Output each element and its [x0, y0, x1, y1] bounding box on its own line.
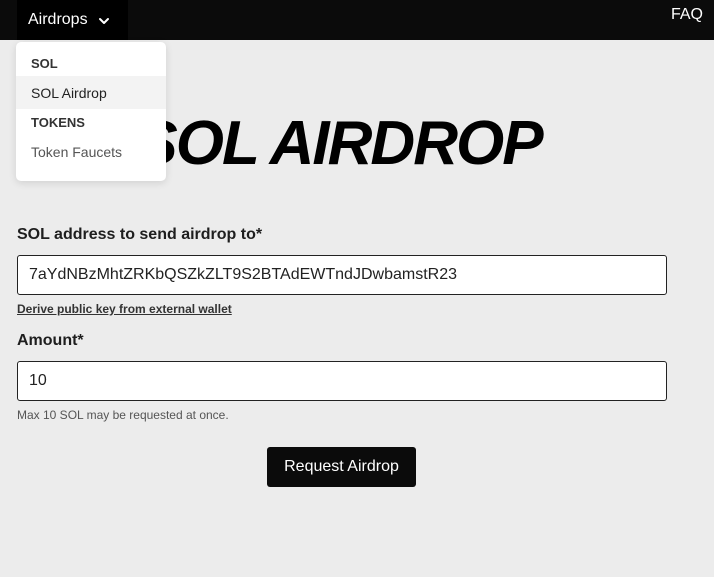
airdrops-dropdown-label: Airdrops	[28, 11, 88, 28]
chevron-down-icon	[98, 14, 110, 26]
top-navigation-bar: Airdrops FAQ	[0, 0, 714, 40]
airdrops-dropdown[interactable]: Airdrops	[17, 0, 128, 40]
amount-label: Amount*	[17, 332, 84, 349]
address-input[interactable]	[17, 255, 667, 295]
menu-item-token-faucets[interactable]: Token Faucets	[16, 135, 166, 168]
menu-item-sol-airdrop[interactable]: SOL Airdrop	[16, 76, 166, 109]
page-title: SOL AIRDROP	[136, 109, 543, 178]
menu-group-tokens: TOKENS	[31, 114, 85, 130]
amount-hint: Max 10 SOL may be requested at once.	[17, 408, 229, 422]
menu-group-sol: SOL	[31, 55, 58, 71]
derive-public-key-link[interactable]: Derive public key from external wallet	[17, 302, 232, 316]
faq-link[interactable]: FAQ	[671, 6, 703, 24]
airdrops-dropdown-menu: SOL SOL Airdrop TOKENS Token Faucets	[16, 42, 166, 181]
amount-input[interactable]	[17, 361, 667, 401]
address-label: SOL address to send airdrop to*	[17, 226, 263, 243]
request-airdrop-button[interactable]: Request Airdrop	[267, 447, 416, 487]
